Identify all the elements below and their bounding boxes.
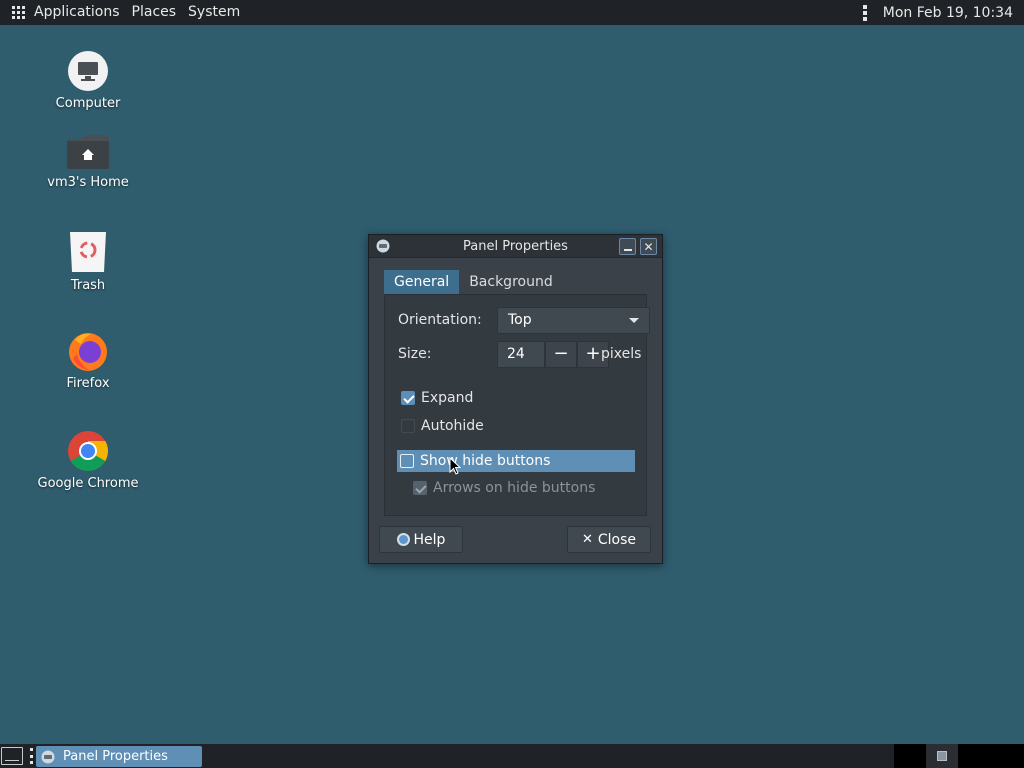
system-menu[interactable]: System xyxy=(182,0,246,25)
desktop-icon-computer[interactable]: Computer xyxy=(28,50,148,111)
close-button[interactable]: ✕ Close xyxy=(567,526,651,553)
applications-menu[interactable]: Applications xyxy=(34,0,126,25)
checkbox-checked-icon xyxy=(413,481,427,495)
desktop-icon-trash[interactable]: Trash xyxy=(28,230,148,293)
checkbox-checked-icon xyxy=(401,391,415,405)
top-panel: Applications Places System Mon Feb 19, 1… xyxy=(0,0,1024,25)
desktop-icon-home[interactable]: vm3's Home xyxy=(28,133,148,190)
expand-label: Expand xyxy=(421,390,474,406)
panel-properties-dialog: Panel Properties ✕ General Background Or… xyxy=(368,234,663,564)
size-unit: pixels xyxy=(601,346,642,362)
kebab-icon[interactable] xyxy=(28,748,34,764)
kebab-icon[interactable] xyxy=(855,0,875,25)
size-spinner: 24 − + xyxy=(497,341,610,368)
autohide-checkbox[interactable]: Autohide xyxy=(401,418,484,434)
grid-icon[interactable] xyxy=(0,0,36,25)
places-menu[interactable]: Places xyxy=(126,0,183,25)
arrows-on-hide-buttons-checkbox: Arrows on hide buttons xyxy=(413,480,595,496)
desktop-icon-label: Computer xyxy=(55,96,121,111)
checkbox-unchecked-icon xyxy=(401,419,415,433)
desktop-icon-label: vm3's Home xyxy=(47,175,129,190)
help-button[interactable]: Help xyxy=(379,526,463,553)
desktop-icon-chrome[interactable]: Google Chrome xyxy=(28,430,148,491)
panel-app-icon xyxy=(41,750,55,763)
help-button-label: Help xyxy=(413,531,446,548)
close-icon: ✕ xyxy=(581,532,593,547)
clock[interactable]: Mon Feb 19, 10:34 xyxy=(883,5,1024,21)
bottom-panel: Panel Properties xyxy=(0,744,1024,768)
desktop-icon-firefox[interactable]: Firefox xyxy=(28,330,148,391)
close-icon: ✕ xyxy=(643,239,654,254)
help-icon xyxy=(396,533,410,546)
desktop-icon-label: Google Chrome xyxy=(37,476,139,491)
taskbar-window-label: Panel Properties xyxy=(63,749,168,764)
size-input[interactable]: 24 xyxy=(497,341,545,368)
show-hide-buttons-label: Show hide buttons xyxy=(420,453,551,469)
taskbar-window-button[interactable]: Panel Properties xyxy=(36,746,202,767)
tab-background[interactable]: Background xyxy=(459,270,563,294)
orientation-value: Top xyxy=(508,312,532,328)
tab-general[interactable]: General xyxy=(384,270,460,294)
panel-app-icon xyxy=(376,239,390,253)
size-decrement-button[interactable]: − xyxy=(545,341,577,368)
arrows-label: Arrows on hide buttons xyxy=(433,480,596,496)
dialog-title: Panel Properties xyxy=(463,238,568,254)
desktop-icon-label: Firefox xyxy=(66,376,110,391)
workspace-switcher[interactable] xyxy=(894,744,1024,768)
firefox-icon xyxy=(69,333,107,371)
checkbox-unchecked-icon xyxy=(400,454,414,468)
close-button-label: Close xyxy=(597,531,637,548)
minimize-icon xyxy=(623,248,632,251)
orientation-combo[interactable]: Top xyxy=(497,307,650,334)
desktop-icon-label: Trash xyxy=(70,278,106,293)
mouse-pointer-icon xyxy=(449,457,461,475)
orientation-label: Orientation: xyxy=(398,312,482,328)
dialog-titlebar[interactable]: Panel Properties ✕ xyxy=(369,235,662,258)
window-close-button[interactable]: ✕ xyxy=(640,238,657,255)
chevron-down-icon xyxy=(629,318,639,323)
minimize-button[interactable] xyxy=(619,238,636,255)
expand-checkbox[interactable]: Expand xyxy=(401,390,473,406)
autohide-label: Autohide xyxy=(421,418,484,434)
workspace-window-thumbnail xyxy=(937,751,947,761)
show-hide-buttons-checkbox[interactable]: Show hide buttons xyxy=(397,450,635,472)
show-desktop-icon[interactable] xyxy=(1,747,23,765)
computer-icon xyxy=(68,51,108,91)
size-label: Size: xyxy=(398,346,432,362)
chrome-icon xyxy=(68,431,108,471)
trash-icon xyxy=(70,232,106,272)
tab-bar: General Background xyxy=(384,270,563,294)
general-tab-panel: Orientation: Top Size: 24 − + pixels Exp… xyxy=(384,294,650,516)
home-folder-icon xyxy=(67,135,109,169)
